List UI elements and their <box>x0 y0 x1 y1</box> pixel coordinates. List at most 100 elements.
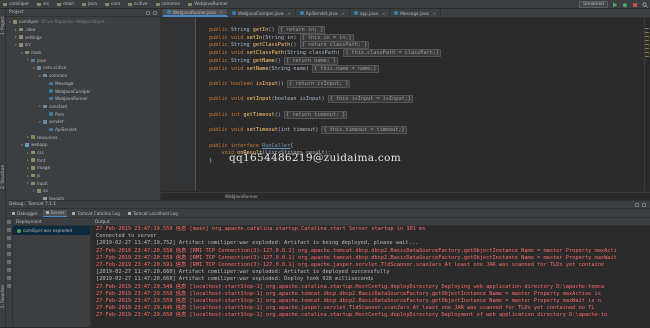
camera-icon[interactable] <box>7 276 11 280</box>
tree-item[interactable]: WebJavaCorelper <box>6 87 160 95</box>
mute-icon[interactable] <box>7 268 11 272</box>
console-output[interactable]: 27-Feb-2019 23:47:19.550 信息 [main] org.a… <box>91 226 650 328</box>
close-icon[interactable]: × <box>342 11 345 16</box>
console-line: [2019-02-27 11:47:19,752] Artifact comil… <box>96 240 419 247</box>
update-icon[interactable] <box>7 228 11 232</box>
search-icon[interactable] <box>642 2 648 8</box>
tree-item[interactable]: ▾ main <box>6 49 160 57</box>
settings-icon[interactable] <box>635 202 639 207</box>
settings-icon[interactable] <box>7 284 11 288</box>
tree-item[interactable]: ▾ common <box>6 72 160 80</box>
hide-icon[interactable] <box>153 10 157 15</box>
debug-icon[interactable] <box>622 2 628 8</box>
debug-actions <box>6 218 13 328</box>
close-icon[interactable]: × <box>433 11 436 16</box>
deployment-item[interactable]: comiliper:war exploded <box>13 226 90 235</box>
console-line: 27-Feb-2019 23:47:20.558 信息 [RMI TCP Con… <box>96 247 617 254</box>
close-icon[interactable]: × <box>382 11 385 16</box>
code-view[interactable]: public String getIn() { return in; } publ… <box>209 26 649 166</box>
close-icon[interactable]: × <box>220 10 223 15</box>
minimize-icon[interactable] <box>642 202 646 207</box>
debug-tabs: Debugger Server Tomcat Catalina Log Tomcat … <box>6 209 650 218</box>
debug-tab[interactable]: Debugger <box>9 210 41 217</box>
tree-item[interactable]: ▾ com.scilive <box>6 64 160 72</box>
tree-item[interactable]: WebJavaRunner <box>6 95 160 103</box>
editor-tab[interactable]: WebJavaRunner.java × <box>163 9 229 17</box>
tree-item[interactable]: ▸ css <box>6 149 160 157</box>
breakpoints-icon[interactable] <box>7 260 11 264</box>
code-token: { this.timeout = timeout;} <box>321 126 407 135</box>
tree-item-label: comiliper <box>19 19 39 25</box>
stop-icon[interactable] <box>632 2 638 8</box>
editor-tab-label: WebJavaRunner.java <box>173 9 216 15</box>
nav-crumb[interactable]: src <box>36 2 49 7</box>
nav-crumb[interactable]: scilive <box>128 1 148 7</box>
rerun-icon[interactable] <box>7 220 11 224</box>
tree-item-label: Message <box>55 80 74 86</box>
tree-item[interactable]: ApiServlet <box>6 126 160 134</box>
tree-item[interactable]: ▾ constant <box>6 103 160 111</box>
tree-item[interactable]: ▾ src <box>6 41 160 49</box>
tree-item-label: .idea <box>25 27 36 33</box>
tree-item[interactable]: ▸ settings <box>6 33 160 41</box>
tree-item[interactable]: Message <box>6 80 160 88</box>
close-icon[interactable]: × <box>288 11 291 16</box>
editor-tab[interactable]: Message.java × <box>390 9 442 17</box>
code-token: public <box>209 57 231 64</box>
debug-config-name[interactable]: Tomcat 7.1.1 <box>28 202 56 207</box>
tree-item[interactable]: ▾ input <box>6 179 160 187</box>
project-panel-title[interactable]: Project <box>9 10 24 15</box>
editor-breadcrumb[interactable]: WebJavaRunner <box>161 192 650 200</box>
pause-icon[interactable] <box>7 252 11 256</box>
editor-tab[interactable]: ApiServlet.java × <box>296 9 350 17</box>
tree-item[interactable]: ▸ .idea <box>6 26 160 34</box>
run-config-select[interactable]: Unnamed <box>579 1 608 8</box>
code-token: String <box>230 42 253 49</box>
debug-tab[interactable]: Server <box>42 209 68 217</box>
tree-item[interactable]: ▸ js <box>6 172 160 180</box>
debug-tab[interactable]: Tomcat Localhost Log <box>125 210 181 217</box>
code-token: getTimeout <box>243 111 275 118</box>
tree-item[interactable]: ▸ resources <box>6 133 160 141</box>
settings-icon[interactable] <box>146 10 150 15</box>
tree-item-label: resources <box>37 134 58 140</box>
code-token: (boolean isInput) <box>271 96 328 103</box>
stop-icon[interactable] <box>7 236 11 240</box>
project-panel: Project ▾ comiliper D:\vis-fiapache~WebJvs… <box>6 9 161 200</box>
editor-tab[interactable]: app.java × <box>350 9 391 17</box>
debug-tab[interactable]: Tomcat Catalina Log <box>69 210 122 217</box>
deployment-item-label: comiliper:war exploded <box>23 228 73 233</box>
folder-icon <box>37 189 41 193</box>
code-line: public boolean isInput() { return isInpu… <box>209 79 649 89</box>
pkg-icon <box>37 66 41 70</box>
tree-item[interactable]: ▾ webapp <box>6 141 160 149</box>
tree-item[interactable]: ▸ font <box>6 156 160 164</box>
tree-item[interactable]: ▾ servlet <box>6 118 160 126</box>
run-icon[interactable] <box>612 2 618 8</box>
nav-crumb[interactable]: com <box>104 2 120 7</box>
code-token: public int <box>209 111 244 118</box>
folder-icon <box>188 2 193 6</box>
tree-item[interactable]: ▾ comiliper D:\vis-fiapache~WebJvsiIbipet <box>6 18 160 26</box>
nav-crumb[interactable]: java <box>81 2 97 7</box>
tree-item[interactable]: ▾ xx <box>6 187 160 195</box>
resume-icon[interactable] <box>7 244 11 248</box>
tree-item[interactable]: Pom <box>6 110 160 118</box>
tree-item[interactable]: ▾ java <box>6 56 160 64</box>
nav-crumb[interactable]: comiliper <box>3 2 29 7</box>
editor-gutter <box>161 18 196 191</box>
editor-tab[interactable]: WebJavaCorelper.java × <box>228 9 296 17</box>
folder-icon <box>128 2 133 6</box>
code-token: () <box>274 57 284 64</box>
editor-tab-label: ApiServlet.java <box>305 10 338 16</box>
code-token: public void <box>209 34 247 41</box>
nav-crumb[interactable]: WebJavaRunner <box>188 2 228 7</box>
nav-crumb-label: scilive <box>134 1 148 7</box>
tree-item[interactable]: ▸ image <box>6 164 160 172</box>
tree-item-label: Pom <box>55 111 65 117</box>
folder-icon <box>31 166 35 170</box>
editor-scrollbar[interactable] <box>644 18 650 191</box>
nav-crumb[interactable]: common <box>155 2 180 7</box>
tab-icon <box>12 211 15 215</box>
nav-crumb[interactable]: main <box>57 2 74 7</box>
